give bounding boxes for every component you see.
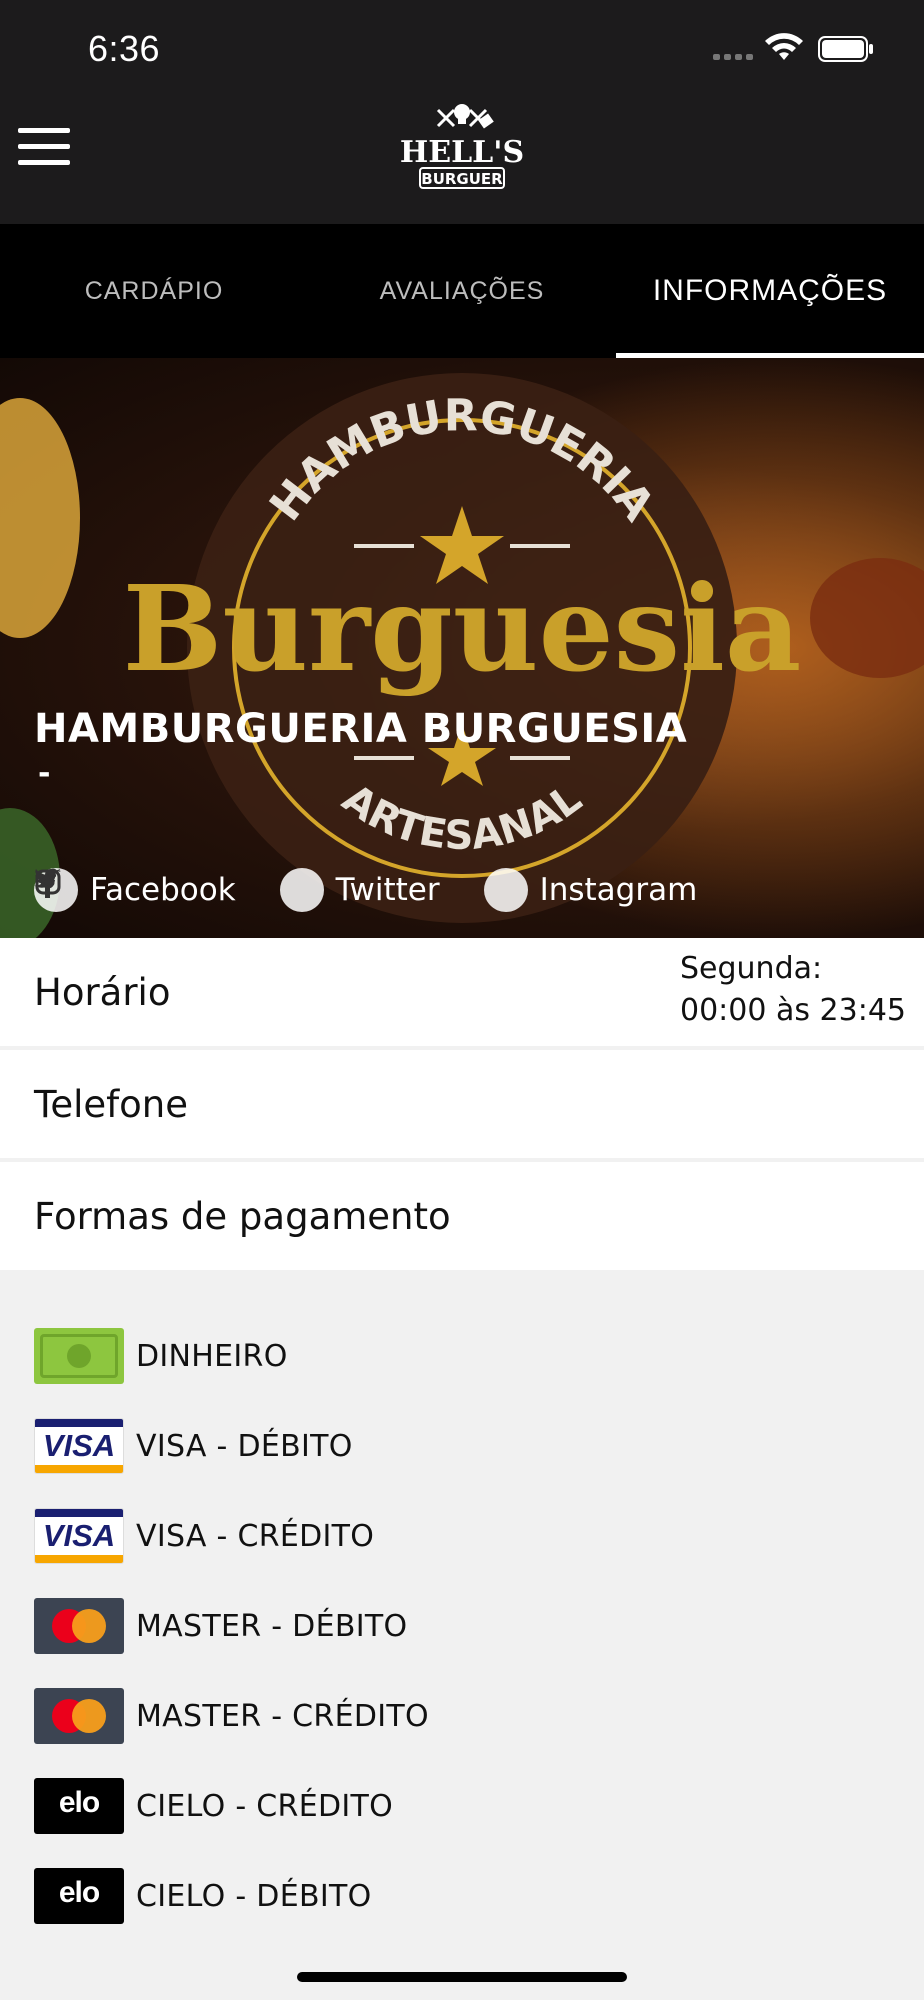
instagram-label: Instagram: [539, 872, 698, 908]
payment-visa-debito: VISA VISA - DÉBITO: [34, 1418, 353, 1474]
payment-name: CIELO - DÉBITO: [136, 1878, 372, 1914]
payment-cielo-debito: elo CIELO - DÉBITO: [34, 1868, 372, 1924]
twitter-link[interactable]: Twitter: [34, 868, 440, 912]
mastercard-icon: [34, 1598, 124, 1654]
status-bar: 6:36: [0, 0, 924, 98]
app-header: HELL'S BURGUER: [0, 98, 924, 224]
pagamento-row: Formas de pagamento: [0, 1162, 924, 1270]
twitter-icon: [34, 868, 324, 912]
badge-main-text: Burguesia: [123, 559, 802, 698]
cash-icon: [34, 1328, 124, 1384]
payment-name: VISA - DÉBITO: [136, 1428, 353, 1464]
twitter-label: Twitter: [335, 872, 440, 908]
payment-name: MASTER - CRÉDITO: [136, 1698, 429, 1734]
tab-informacoes[interactable]: INFORMAÇÕES: [616, 224, 924, 358]
visa-card-icon: VISA: [34, 1508, 124, 1564]
tab-cardapio[interactable]: CARDÁPIO: [0, 224, 308, 358]
payment-master-credito: MASTER - CRÉDITO: [34, 1688, 429, 1744]
elo-card-icon: elo: [34, 1778, 124, 1834]
telefone-row[interactable]: Telefone: [0, 1050, 924, 1158]
svg-text:BURGUER: BURGUER: [421, 170, 503, 188]
tab-avaliacoes[interactable]: AVALIAÇÕES: [308, 224, 616, 358]
payment-name: CIELO - CRÉDITO: [136, 1788, 394, 1824]
pagamento-label: Formas de pagamento: [34, 1194, 451, 1238]
menu-icon[interactable]: [18, 128, 70, 168]
hero-background-image: HAMBURGUERIA Burguesia ARTESANAL: [0, 358, 924, 938]
horario-label: Horário: [34, 970, 171, 1014]
facebook-label: Facebook: [90, 872, 236, 908]
restaurant-name: HAMBURGUERIA BURGUESIA: [34, 706, 688, 752]
telefone-label: Telefone: [34, 1082, 188, 1126]
status-time: 6:36: [88, 28, 161, 69]
svg-text:HELL'S: HELL'S: [400, 135, 524, 170]
horario-row: Horário Segunda: 00:00 às 23:45: [0, 938, 924, 1046]
cellular-signal-icon: [713, 54, 753, 60]
tab-bar: CARDÁPIO AVALIAÇÕES INFORMAÇÕES: [0, 224, 924, 358]
elo-card-icon: elo: [34, 1868, 124, 1924]
home-indicator[interactable]: [297, 1972, 627, 1982]
payment-name: MASTER - DÉBITO: [136, 1608, 408, 1644]
payment-name: VISA - CRÉDITO: [136, 1518, 375, 1554]
payment-name: DINHEIRO: [136, 1338, 288, 1374]
hells-burguer-logo: HELL'S BURGUER: [400, 104, 524, 189]
payment-visa-credito: VISA VISA - CRÉDITO: [34, 1508, 374, 1564]
payment-master-debito: MASTER - DÉBITO: [34, 1598, 407, 1654]
mastercard-icon: [34, 1688, 124, 1744]
battery-icon: [818, 36, 873, 62]
instagram-link[interactable]: Instagram: [35, 868, 698, 912]
payment-dinheiro: DINHEIRO: [34, 1328, 288, 1384]
schedule: Segunda: 00:00 às 23:45: [680, 948, 906, 1032]
facebook-link[interactable]: Facebook: [34, 868, 236, 912]
restaurant-hero: HAMBURGUERIA Burguesia ARTESANAL HAMBURG…: [0, 358, 924, 938]
schedule-day: Segunda:: [680, 951, 823, 986]
payment-cielo-credito: elo CIELO - CRÉDITO: [34, 1778, 393, 1834]
wifi-icon: [765, 33, 803, 60]
instagram-icon: [35, 868, 528, 912]
restaurant-subtitle: -: [38, 756, 51, 791]
schedule-hours: 00:00 às 23:45: [680, 993, 906, 1028]
social-links: Facebook Twitter Instagram: [34, 868, 741, 912]
visa-card-icon: VISA: [34, 1418, 124, 1474]
